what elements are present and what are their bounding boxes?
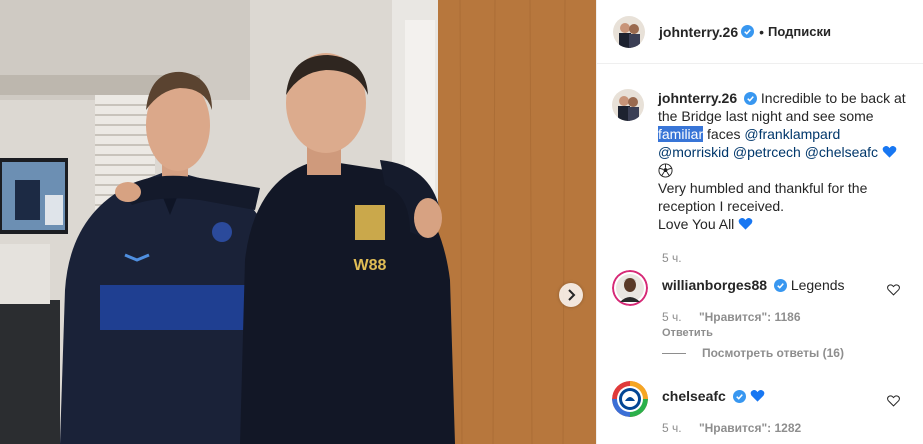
mention-petrcech[interactable]: @petrcech xyxy=(733,144,801,160)
mention-morriskid[interactable]: @morriskid xyxy=(658,144,729,160)
like-heart-icon[interactable] xyxy=(887,395,900,407)
post-photo[interactable]: W88 xyxy=(0,0,596,444)
replies-divider-line xyxy=(662,352,686,354)
next-photo-button[interactable] xyxy=(559,283,583,307)
caption-text-faces: faces xyxy=(707,126,741,142)
blue-heart-icon xyxy=(750,390,764,402)
commenter-avatar[interactable] xyxy=(612,270,648,306)
blue-heart-icon xyxy=(882,146,897,158)
jersey-sponsor-text: W88 xyxy=(354,257,387,274)
author-username[interactable]: johnterry.26 xyxy=(659,24,738,40)
blue-heart-icon xyxy=(738,218,753,230)
verified-badge-icon xyxy=(744,92,757,105)
verified-badge-icon xyxy=(773,279,787,292)
post-side-panel: johnterry.26 • Подписки johnterry.26 Inc… xyxy=(596,0,923,444)
caption-line-humbled: Very humbled and thankful for the recept… xyxy=(658,180,868,214)
instagram-post: W88 johnterry.26 • Подписки johnterry.26… xyxy=(0,0,923,444)
mention-chelseafc[interactable]: @chelseafc xyxy=(805,144,878,160)
comment-username[interactable]: chelseafc xyxy=(662,388,726,404)
caption-text: johnterry.26 Incredible to be back at th… xyxy=(658,89,906,233)
view-replies-label: Посмотреть ответы (16) xyxy=(702,346,844,360)
author-avatar[interactable] xyxy=(613,15,645,48)
comment-text: chelseafc xyxy=(662,388,765,404)
comment-body: Legends xyxy=(790,277,845,293)
following-button[interactable]: Подписки xyxy=(768,24,831,39)
comment-username[interactable]: willianborges88 xyxy=(662,277,767,293)
like-heart-icon[interactable] xyxy=(887,284,900,296)
caption-username[interactable]: johnterry.26 xyxy=(658,90,737,106)
comment-likes[interactable]: "Нравится": 1282 xyxy=(699,421,801,435)
chevron-right-icon xyxy=(568,289,576,301)
view-replies-button[interactable]: Посмотреть ответы (16) xyxy=(662,346,844,360)
reply-button[interactable]: Ответить xyxy=(662,327,713,339)
comment-item: willianborges88 Legends 5 ч. "Нравится":… xyxy=(612,270,912,360)
caption-timestamp[interactable]: 5 ч. xyxy=(662,251,682,265)
verified-badge-icon xyxy=(732,390,746,403)
selected-word: familiar xyxy=(658,126,704,142)
caption-line-love: Love You All xyxy=(658,216,735,232)
comment-item: chelseafc 5 ч. "Нравится": 1282 xyxy=(612,381,912,441)
comment-timestamp[interactable]: 5 ч. xyxy=(662,421,682,435)
photo-image: W88 xyxy=(0,0,596,444)
mention-franklampard[interactable]: @franklampard xyxy=(744,126,840,142)
post-header: johnterry.26 • Подписки xyxy=(597,0,923,64)
post-caption: johnterry.26 Incredible to be back at th… xyxy=(612,89,912,233)
comment-meta: 5 ч. "Нравится": 1282 xyxy=(662,421,801,435)
comment-meta: 5 ч. "Нравится": 1186 xyxy=(662,310,801,324)
caption-author-avatar[interactable] xyxy=(612,89,644,121)
soccer-ball-icon xyxy=(658,163,673,178)
commenter-avatar[interactable] xyxy=(612,381,648,417)
comment-timestamp[interactable]: 5 ч. xyxy=(662,310,682,324)
comment-likes[interactable]: "Нравится": 1186 xyxy=(699,310,801,324)
separator-dot: • xyxy=(759,23,765,40)
verified-badge-icon xyxy=(741,25,755,38)
comment-text: willianborges88 Legends xyxy=(662,277,845,293)
